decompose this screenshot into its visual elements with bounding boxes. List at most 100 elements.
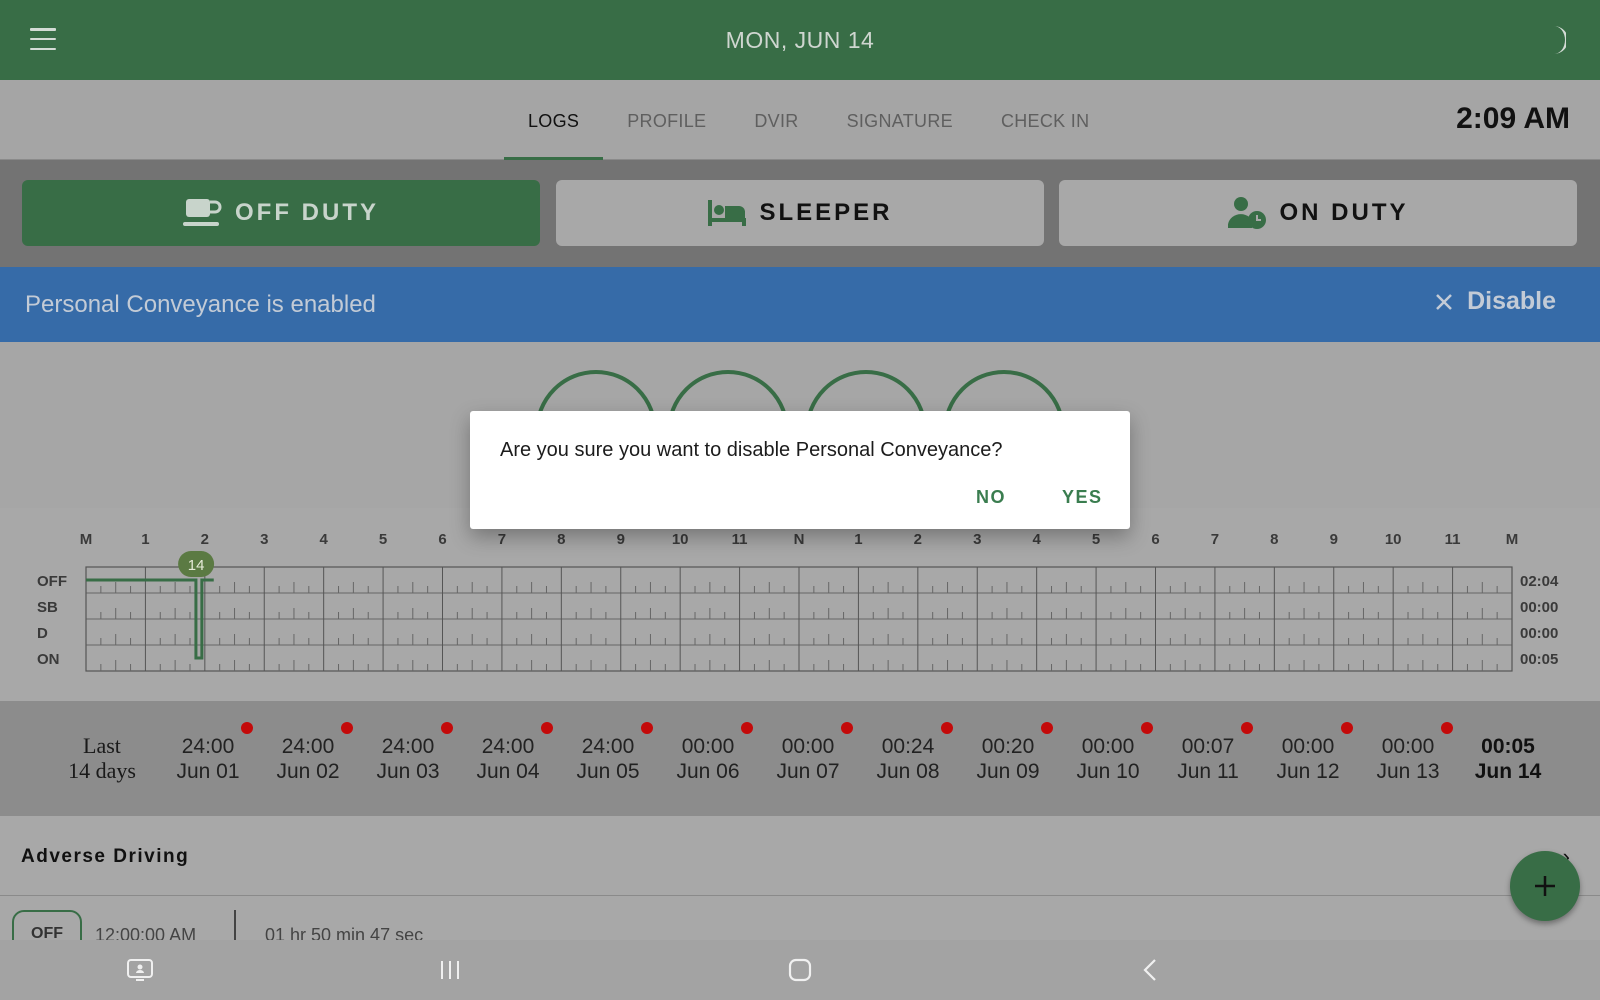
no-button[interactable]: NO (976, 487, 1006, 508)
violation-dot (941, 722, 953, 734)
tabs: LOGS PROFILE DVIR SIGNATURE CHECK IN (504, 80, 1113, 160)
hour-label: N (794, 531, 805, 548)
recent-apps-icon[interactable] (438, 957, 462, 983)
history-day-hours: 00:24 (881, 735, 935, 758)
tab-check-in[interactable]: CHECK IN (977, 80, 1113, 160)
row-total: 02:04 (1520, 573, 1559, 590)
add-button[interactable] (1510, 851, 1580, 921)
personal-conveyance-banner: Personal Conveyance is enabled Disable (0, 267, 1600, 342)
history-day-date: Jun 08 (876, 760, 940, 783)
sleeper-button[interactable]: SLEEPER (556, 180, 1044, 246)
tab-profile[interactable]: PROFILE (603, 80, 730, 160)
history-day[interactable]: 24:00 Jun 05 (563, 722, 653, 784)
off-duty-label: OFF DUTY (235, 199, 379, 226)
dialog-message: Are you sure you want to disable Persona… (500, 439, 1003, 461)
row-label: ON (37, 651, 60, 668)
history-day[interactable]: 00:00 Jun 13 (1363, 722, 1453, 784)
history-day-hours: 00:05 (1481, 735, 1535, 758)
row-total: 00:05 (1520, 651, 1558, 668)
history-day[interactable]: 24:00 Jun 02 (263, 722, 353, 784)
duty-status-row: OFF DUTY SLEEPER ON DUTY (0, 160, 1600, 267)
history-day-hours: 00:00 (1381, 735, 1435, 758)
history-day-date: Jun 12 (1276, 760, 1340, 783)
off-duty-button[interactable]: OFF DUTY (22, 180, 540, 246)
history-day-hours: 24:00 (481, 735, 535, 758)
log-entry-row[interactable]: OFF 12:00:00 AM 01 hr 50 min 47 sec (0, 896, 1600, 940)
row-label: SB (37, 599, 58, 616)
disable-button[interactable]: Disable (1435, 287, 1556, 316)
confirm-dialog: Are you sure you want to disable Persona… (470, 411, 1130, 529)
hour-label: 7 (498, 531, 506, 548)
on-duty-button[interactable]: ON DUTY (1059, 180, 1577, 246)
back-icon[interactable] (1140, 957, 1162, 983)
history-day[interactable]: 24:00 Jun 01 (163, 722, 253, 784)
moon-icon[interactable] (1540, 24, 1566, 56)
history-day[interactable]: 00:24 Jun 08 (863, 722, 953, 784)
history-day-hours: 24:00 (581, 735, 635, 758)
tab-signature[interactable]: SIGNATURE (823, 80, 977, 160)
violation-dot (241, 722, 253, 734)
hour-label: 6 (438, 531, 446, 548)
hour-label: 5 (379, 531, 387, 548)
history-day-date: Jun 07 (776, 760, 840, 783)
history-day[interactable]: 00:07 Jun 11 (1163, 722, 1253, 784)
hour-label: 10 (672, 531, 689, 548)
history-day[interactable]: 00:00 Jun 07 (763, 722, 853, 784)
hour-label: 2 (914, 531, 922, 548)
history-day[interactable]: 00:00 Jun 12 (1263, 722, 1353, 784)
screen-icon[interactable] (126, 957, 154, 983)
plus-icon (1535, 876, 1555, 896)
sleeper-label: SLEEPER (759, 199, 893, 226)
menu-icon[interactable] (30, 28, 56, 50)
hour-label: 5 (1092, 531, 1100, 548)
history-label-line2: 14 days (68, 758, 136, 783)
row-label: OFF (37, 573, 67, 590)
log-graph: M 1 2 3 4 5 6 7 8 9 10 11 N 1 2 3 4 5 6 7 8 9 10 11 M OFF SB D ON 02:… (0, 508, 1600, 701)
header-date: MON, JUN 14 (725, 26, 875, 53)
adverse-driving-row[interactable]: Adverse Driving › (0, 816, 1600, 896)
history-day-date: Jun 14 (1474, 760, 1542, 783)
history-day-date: Jun 06 (676, 760, 740, 783)
system-nav-bar (0, 940, 1600, 1000)
history-day-date: Jun 13 (1376, 760, 1440, 783)
row-label: D (37, 625, 48, 642)
history-day-date: Jun 04 (476, 760, 540, 783)
history-day[interactable]: 00:00 Jun 06 (663, 722, 753, 784)
on-duty-label: ON DUTY (1279, 199, 1409, 226)
current-time: 2:09 AM (1456, 102, 1570, 135)
home-icon[interactable] (787, 957, 813, 983)
history-day[interactable]: 00:20 Jun 09 (963, 722, 1053, 784)
disable-label: Disable (1467, 287, 1556, 315)
hour-label: 3 (973, 531, 981, 548)
history-day-hours: 00:07 (1181, 735, 1235, 758)
yes-button[interactable]: YES (1062, 487, 1103, 508)
row-total: 00:00 (1520, 625, 1558, 642)
log-graph-svg: M 1 2 3 4 5 6 7 8 9 10 11 N 1 2 3 4 5 6 7 8 9 10 11 M OFF SB D ON 02:… (37, 531, 1559, 672)
hour-label: 7 (1211, 531, 1219, 548)
history-label-line1: Last (83, 733, 121, 758)
hour-label: 9 (1330, 531, 1338, 548)
history-day-date: Jun 10 (1076, 760, 1140, 783)
hour-label: 3 (260, 531, 268, 548)
history-day-hours: 00:00 (1281, 735, 1335, 758)
close-icon (1436, 293, 1452, 310)
history-day[interactable]: 00:05 Jun 14 (1463, 734, 1553, 784)
history-day[interactable]: 24:00 Jun 03 (363, 722, 453, 784)
violation-dot (1041, 722, 1053, 734)
tab-dvir[interactable]: DVIR (730, 80, 822, 160)
hour-label: 10 (1385, 531, 1402, 548)
history-day-hours: 00:20 (981, 735, 1035, 758)
adverse-driving-title: Adverse Driving (21, 846, 190, 867)
divider (234, 910, 236, 940)
hour-label: 6 (1151, 531, 1159, 548)
history-day[interactable]: 24:00 Jun 04 (463, 722, 553, 784)
hour-label: M (80, 531, 93, 548)
violation-dot (741, 722, 753, 734)
hour-label: 1 (141, 531, 149, 548)
hour-label: 9 (617, 531, 625, 548)
history-day-hours: 24:00 (181, 735, 235, 758)
hour-label: 4 (1032, 531, 1041, 548)
history-day[interactable]: 00:00 Jun 10 (1063, 722, 1153, 784)
tab-logs[interactable]: LOGS (504, 80, 604, 160)
history-day-hours: 00:00 (681, 735, 735, 758)
